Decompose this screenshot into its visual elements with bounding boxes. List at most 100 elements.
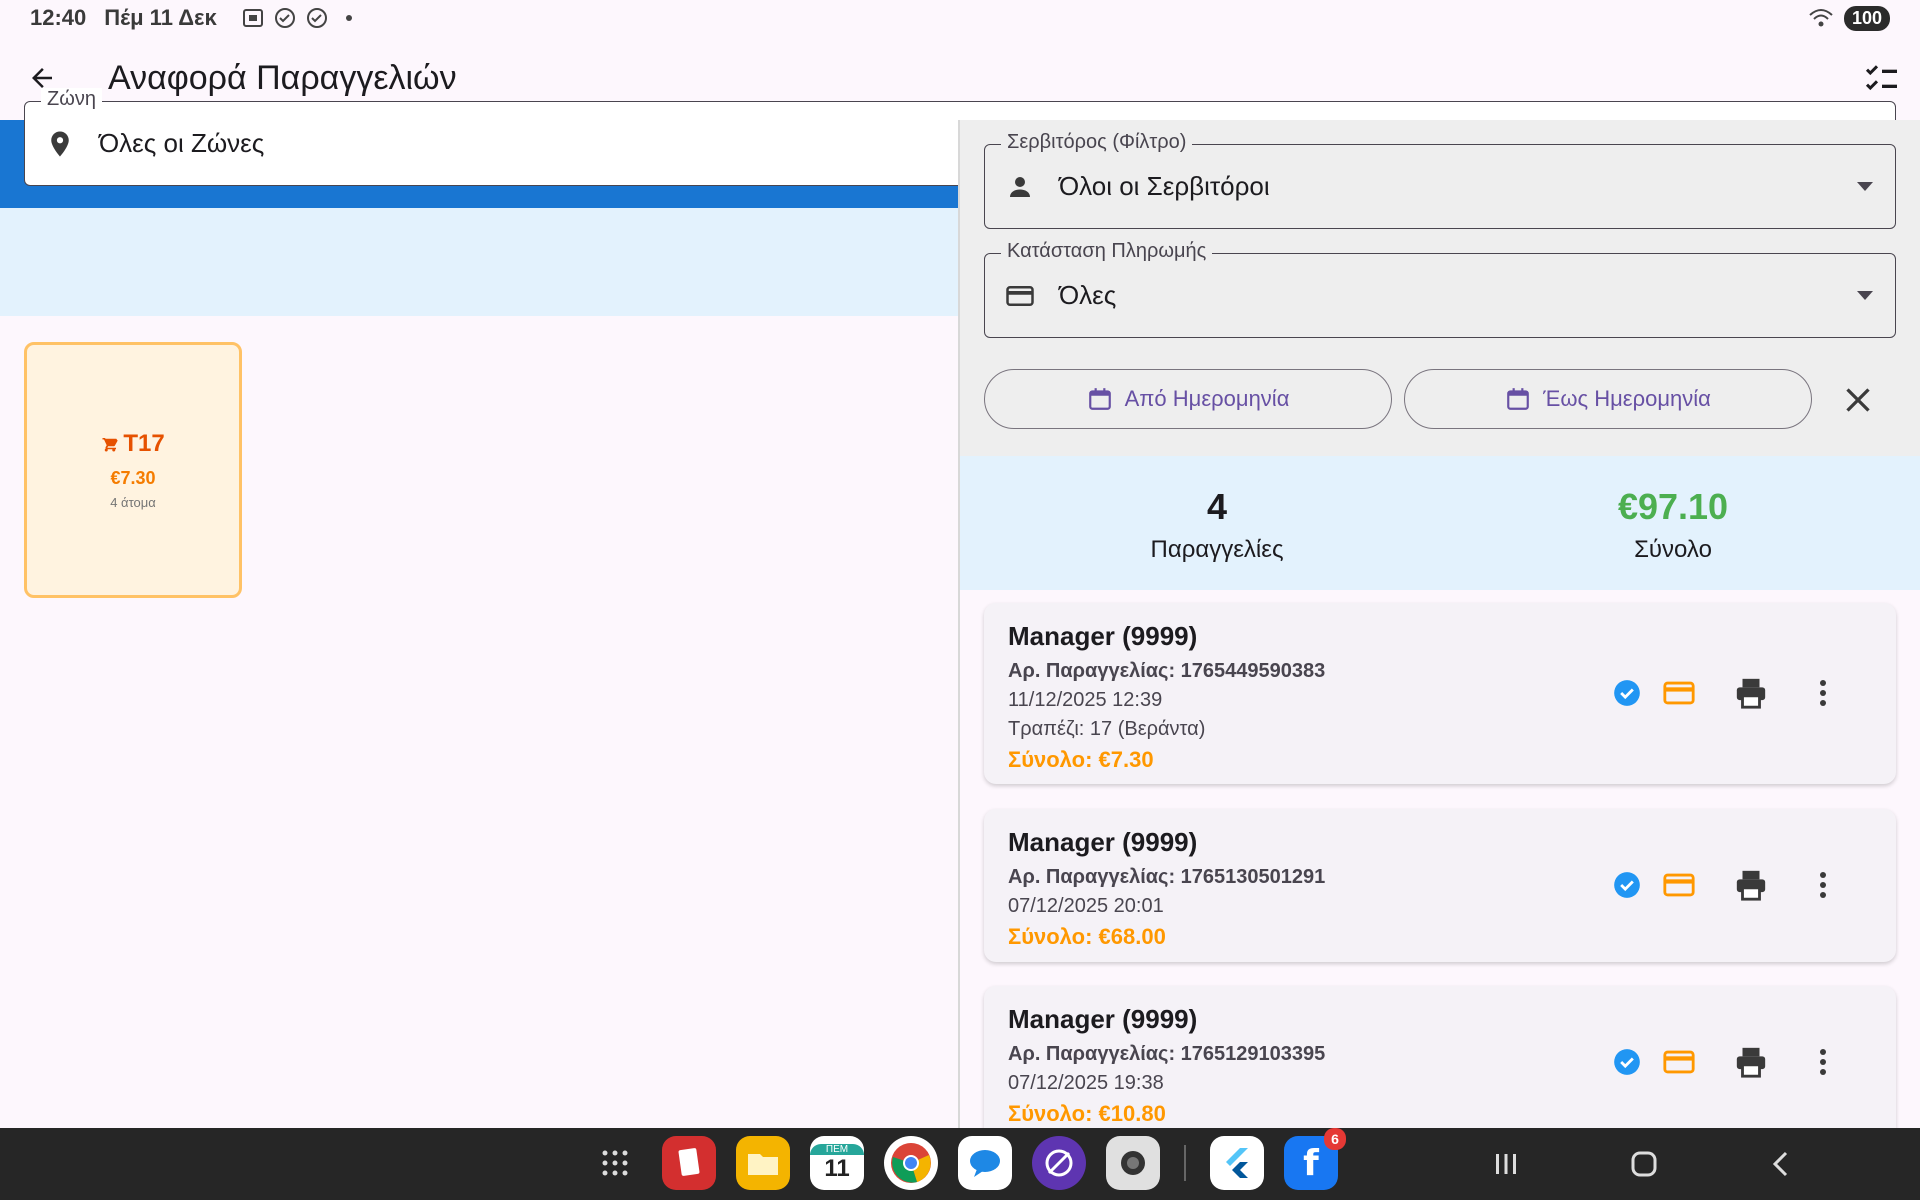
calendar-icon <box>1088 388 1111 410</box>
apps-grid-icon <box>602 1150 628 1176</box>
order-card[interactable]: Manager (9999) Αρ. Παραγγελίας: 17654495… <box>984 603 1896 784</box>
calendar-day: 11 <box>824 1154 850 1182</box>
credit-card-icon <box>1006 285 1034 306</box>
orders-count-label: Παραγγελίες <box>1150 536 1284 563</box>
recents-button[interactable] <box>1488 1146 1524 1182</box>
dropdown-arrow-icon <box>1857 290 1873 300</box>
home-button[interactable] <box>1626 1146 1662 1182</box>
dot-icon <box>345 15 352 21</box>
app-drawer-button[interactable] <box>588 1136 642 1190</box>
camera-app-icon[interactable] <box>1106 1136 1160 1190</box>
date-to-label: Έως Ημερομηνία <box>1543 386 1711 411</box>
order-table: Τραπέζι: 17 (Βεράντα) <box>1008 718 1206 740</box>
print-button[interactable] <box>1734 676 1768 710</box>
orders-pane: Σερβιτόρος (Φίλτρο) Όλοι οι Σερβιτόροι Κ… <box>960 120 1920 1128</box>
order-total: Σύνολο: €68.00 <box>1008 924 1166 949</box>
home-icon <box>1631 1151 1657 1177</box>
summary-bar: 4 Παραγγελίες €97.10 Σύνολο <box>960 456 1920 590</box>
page-title: Αναφορά Παραγγελιών <box>108 58 457 97</box>
total-value: €97.10 <box>1617 486 1729 527</box>
status-date: Πέμ 11 Δεκ <box>104 5 217 30</box>
cart-icon <box>102 438 118 452</box>
table-name-row: T17 <box>101 430 165 458</box>
chrome-app-icon[interactable] <box>884 1136 938 1190</box>
waiter-value: Όλοι οι Σερβιτόροι <box>1059 171 1270 201</box>
order-waiter: Manager (9999) <box>1008 1004 1198 1034</box>
checklist-icon <box>1865 65 1897 91</box>
orders-count: 4 <box>1206 486 1228 527</box>
order-actions <box>1610 1045 1840 1079</box>
more-vert-icon <box>1820 871 1826 898</box>
more-options-button[interactable] <box>1806 868 1840 902</box>
dock-separator <box>1184 1145 1186 1181</box>
order-total: Σύνολο: €7.30 <box>1008 747 1154 772</box>
dropdown-arrow-icon <box>1857 181 1873 191</box>
chevron-left-icon <box>1772 1151 1788 1177</box>
back-nav-button[interactable] <box>1764 1146 1800 1182</box>
table-card-t17[interactable]: T17 €7.30 4 άτομα <box>24 342 242 598</box>
calendar-weekday: ΠΕΜ <box>810 1143 864 1155</box>
status-bar: 12:40 Πέμ 11 Δεκ 100 <box>0 0 1920 36</box>
status-time: 12:40 <box>30 5 87 30</box>
table-people: 4 άτομα <box>110 495 156 510</box>
printer-icon <box>1736 870 1766 901</box>
print-button[interactable] <box>1734 868 1768 902</box>
waiter-dropdown[interactable]: Σερβιτόρος (Φίλτρο) Όλοι οι Σερβιτόροι <box>984 131 1896 229</box>
payment-card-button[interactable] <box>1662 1045 1696 1079</box>
credit-card-icon <box>1663 1050 1695 1073</box>
messages-app-icon[interactable] <box>958 1136 1012 1190</box>
check-circle-icon <box>274 8 295 28</box>
app-dock: ΠΕΜ 11 f 6 <box>588 1128 1346 1190</box>
zone-label: Ζώνη <box>41 88 102 111</box>
location-pin-icon <box>51 131 69 156</box>
zone-filter-area <box>0 208 958 316</box>
more-vert-icon <box>1820 1048 1826 1075</box>
paid-status-icon <box>1610 868 1644 902</box>
recents-icon <box>1496 1154 1516 1174</box>
more-options-button[interactable] <box>1806 676 1840 710</box>
more-vert-icon <box>1820 679 1826 706</box>
print-button[interactable] <box>1734 1045 1768 1079</box>
order-card[interactable]: Manager (9999) Αρ. Παραγγελίας: 17651305… <box>984 809 1896 962</box>
order-card[interactable]: Manager (9999) Αρ. Παραγγελίας: 17651291… <box>984 986 1896 1128</box>
person-icon <box>1010 176 1030 197</box>
internet-app-icon[interactable] <box>1032 1136 1086 1190</box>
calendar-app-icon[interactable]: ΠΕΜ 11 <box>810 1136 864 1190</box>
table-amount: €7.30 <box>110 468 156 488</box>
filters-area: Σερβιτόρος (Φίλτρο) Όλοι οι Σερβιτόροι Κ… <box>960 120 1920 456</box>
payment-card-button[interactable] <box>1662 676 1696 710</box>
date-to-button[interactable]: Έως Ημερομηνία <box>1404 369 1812 429</box>
close-icon <box>1846 388 1870 412</box>
credit-card-icon <box>1663 873 1695 896</box>
order-waiter: Manager (9999) <box>1008 827 1198 857</box>
payment-status-label: Κατάσταση Πληρωμής <box>1001 240 1213 263</box>
notes-app-icon[interactable] <box>662 1136 716 1190</box>
total-label: Σύνολο <box>1634 536 1712 563</box>
zone-value: Όλες οι Ζώνες <box>99 128 265 158</box>
files-app-icon[interactable] <box>736 1136 790 1190</box>
more-options-button[interactable] <box>1806 1045 1840 1079</box>
payment-status-dropdown[interactable]: Κατάσταση Πληρωμής Όλες <box>984 240 1896 338</box>
calendar-icon <box>1507 388 1529 410</box>
printer-icon <box>1736 1047 1766 1078</box>
wifi-icon <box>1809 9 1833 27</box>
total-summary: €97.10 Σύνολο <box>1523 486 1823 564</box>
table-name: T17 <box>123 430 165 457</box>
screenshot-icon <box>242 9 263 27</box>
payment-card-button[interactable] <box>1662 868 1696 902</box>
order-actions <box>1610 676 1840 710</box>
flutter-app-icon[interactable] <box>1210 1136 1264 1190</box>
paid-status-icon <box>1610 676 1644 710</box>
payment-status-value: Όλες <box>1059 280 1117 310</box>
check-circle-icon <box>306 8 327 28</box>
credit-card-icon <box>1663 681 1695 704</box>
printer-icon <box>1736 678 1766 709</box>
clear-dates-button[interactable] <box>1840 382 1876 418</box>
tables-pane: Τραπέζια <box>0 120 958 1128</box>
order-total: Σύνολο: €10.80 <box>1008 1101 1166 1126</box>
battery-indicator: 100 <box>1843 5 1890 31</box>
facebook-app-icon[interactable]: f 6 <box>1284 1128 1346 1190</box>
checklist-button[interactable] <box>1862 58 1902 98</box>
date-from-button[interactable]: Από Ημερομηνία <box>984 369 1392 429</box>
paid-status-icon <box>1610 1045 1644 1079</box>
